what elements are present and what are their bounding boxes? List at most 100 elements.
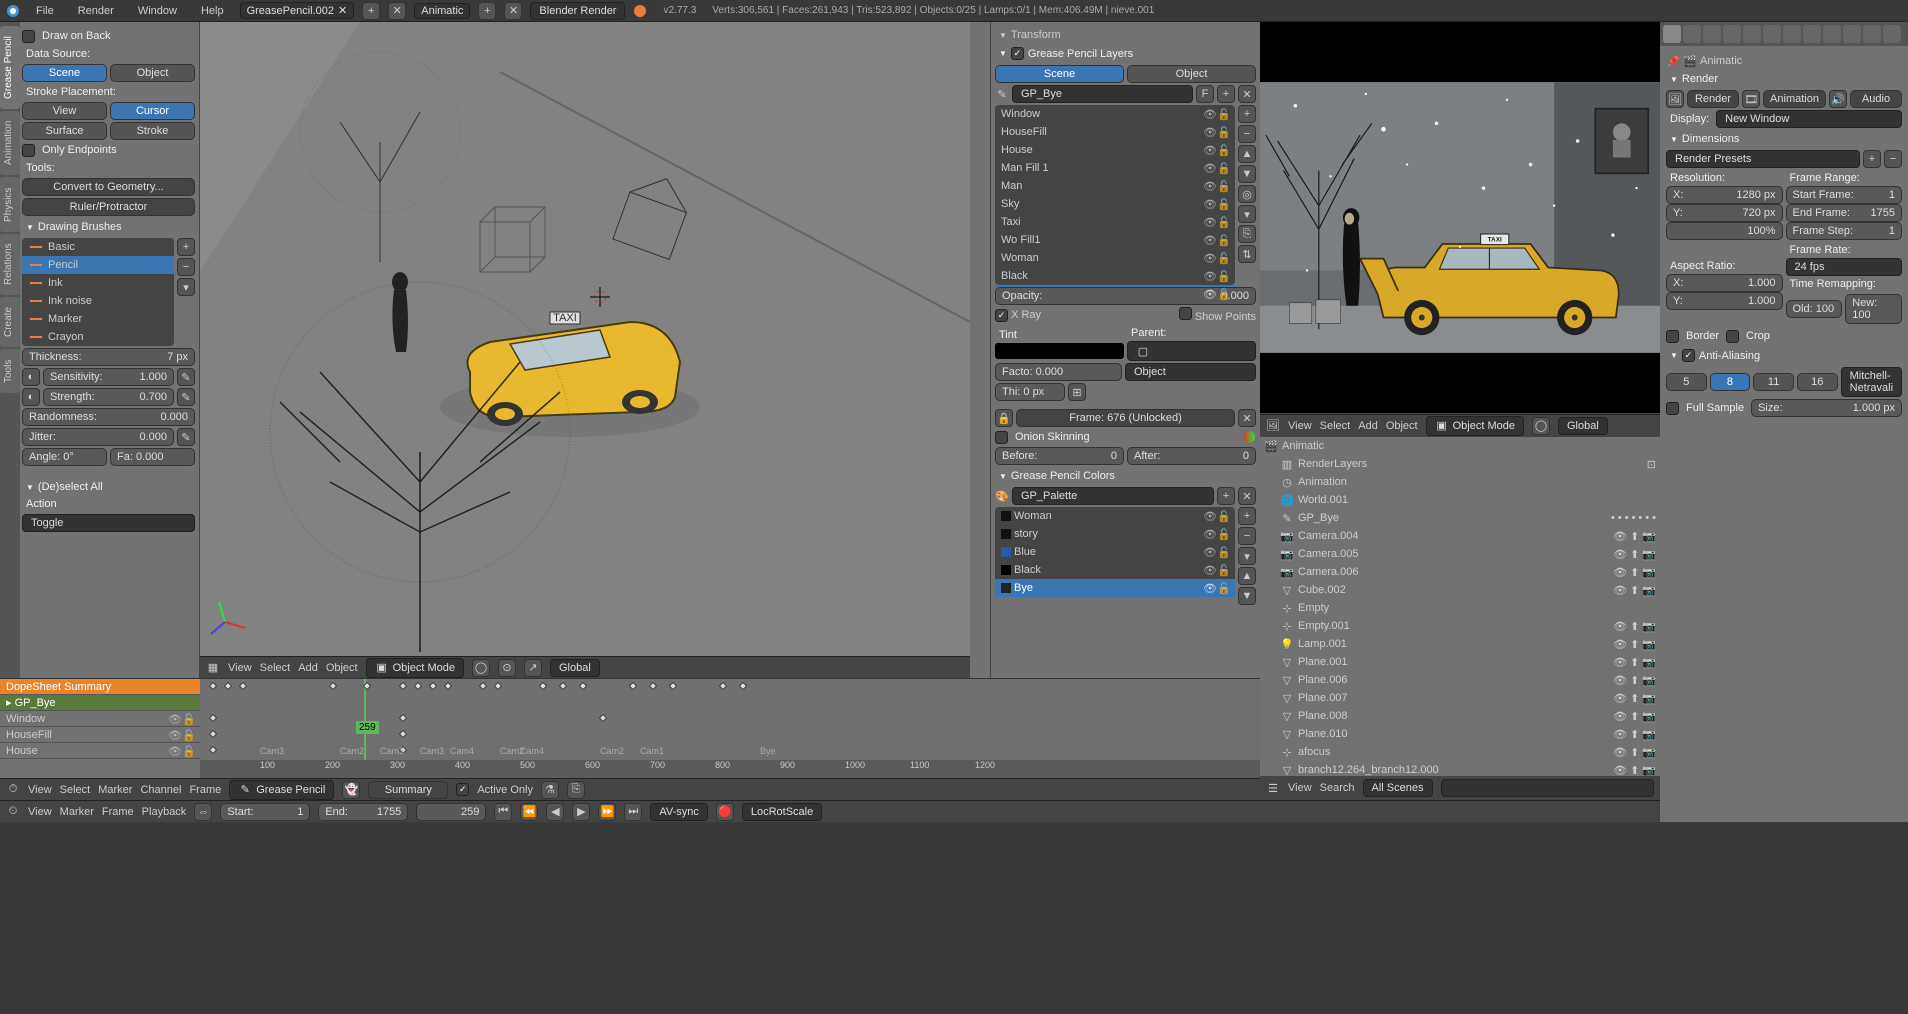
tl-start-field[interactable]: Start:1 [220, 803, 310, 821]
aa-8[interactable]: 8 [1710, 373, 1751, 391]
orientation-selector[interactable]: Global [550, 659, 600, 677]
render-audio-icon[interactable]: 🔊 [1829, 90, 1847, 108]
img-menu-object[interactable]: Object [1386, 420, 1418, 432]
outliner-search-menu[interactable]: Search [1320, 782, 1355, 794]
dope-ch-housefill[interactable]: HouseFill👁🔓 [0, 727, 200, 743]
strength-field[interactable]: Strength:0.700 [43, 388, 174, 406]
sens-pen-icon[interactable]: ✎ [177, 368, 195, 386]
marker-cam4[interactable]: Cam4 [450, 746, 474, 756]
layer-down-button[interactable]: ▼ [1238, 165, 1256, 183]
active-only-checkbox[interactable] [456, 783, 469, 796]
palette-selector[interactable]: GP_Palette [1012, 487, 1214, 505]
delete-scene-button[interactable]: ✕ [388, 2, 406, 20]
image-editor-icon[interactable]: 🖼 [1266, 419, 1280, 433]
randomness-field[interactable]: Randomness:0.000 [22, 408, 195, 426]
layer-up-button[interactable]: ▲ [1238, 145, 1256, 163]
lock-frame-button[interactable]: 🔒 [995, 409, 1013, 427]
marker-cam4b[interactable]: Cam4 [520, 746, 544, 756]
brush-remove-button[interactable]: − [177, 258, 195, 276]
marker-cam3c[interactable]: Cam3 [420, 746, 444, 756]
mode-selector[interactable]: ▣Object Mode [366, 658, 464, 678]
marker-cam3b[interactable]: Cam3 [380, 746, 404, 756]
color-woman[interactable]: Woman👁🔓 [995, 507, 1235, 525]
aa-16[interactable]: 16 [1797, 373, 1838, 391]
tl-playback-menu[interactable]: Playback [142, 806, 187, 818]
brush-marker[interactable]: Marker [22, 310, 174, 328]
angle-factor-field[interactable]: Fa: 0.000 [110, 448, 195, 466]
outliner-branch000[interactable]: ▽branch12.264_branch12.000👁⬆📷 [1260, 761, 1660, 776]
frame-step-field[interactable]: Frame Step:1 [1786, 222, 1903, 240]
tint-factor-field[interactable]: Facto: 0.000 [995, 363, 1122, 381]
tl-frame-menu[interactable]: Frame [102, 806, 134, 818]
border-checkbox[interactable] [1666, 330, 1679, 343]
show-points-checkbox[interactable] [1179, 307, 1192, 320]
tl-current-field[interactable]: 259 [416, 803, 486, 821]
onion-before-field[interactable]: Before:0 [995, 447, 1124, 465]
color-blue[interactable]: Blue👁🔓 [995, 543, 1235, 561]
preset-remove-button[interactable]: − [1884, 150, 1902, 168]
current-frame-label[interactable]: Frame: 676 (Unlocked) [1016, 409, 1235, 427]
prop-tab-data[interactable] [1803, 25, 1821, 43]
gp-colors-header[interactable]: Grease Pencil Colors [995, 467, 1256, 485]
aspect-x-field[interactable]: X:1.000 [1666, 274, 1783, 292]
gp-layers-checkbox[interactable] [1011, 47, 1024, 60]
color-black[interactable]: Black👁🔓 [995, 561, 1235, 579]
add-layout-button[interactable]: + [478, 2, 496, 20]
deselect-header[interactable]: (De)select All [22, 478, 195, 496]
outliner-afocus[interactable]: ⊹afocus👁⬆📷 [1260, 743, 1660, 761]
outliner-camera005[interactable]: 📷Camera.005👁⬆📷 [1260, 545, 1660, 563]
gp-source-object[interactable]: Object [1127, 65, 1256, 83]
pin-icon[interactable]: 📌 [1666, 54, 1680, 68]
only-endpoints-checkbox[interactable] [22, 144, 35, 157]
visibility-icon[interactable]: 👁 [1203, 108, 1215, 120]
brush-ink-noise[interactable]: Ink noise [22, 292, 174, 310]
dope-channel-menu[interactable]: Channel [140, 784, 181, 796]
outliner-filter[interactable]: All Scenes [1363, 779, 1433, 797]
layer-woman[interactable]: Woman👁🔓 [995, 249, 1235, 267]
dope-timeline[interactable]: 259 100 200 300 400 500 600 700 800 900 … [200, 679, 1260, 778]
draw-on-back-checkbox[interactable] [22, 30, 35, 43]
aa-filter-selector[interactable]: Mitchell-Netravali [1841, 367, 1902, 397]
layer-black[interactable]: Black👁🔓 [995, 267, 1235, 285]
jitter-pen-icon[interactable]: ✎ [177, 428, 195, 446]
tl-play-rev-icon[interactable]: ◀ [546, 803, 564, 821]
editor-type-icon[interactable]: ▦ [206, 661, 220, 675]
dope-ch-house[interactable]: House👁🔓 [0, 743, 200, 759]
onion-checkbox[interactable] [995, 431, 1008, 444]
eye-icon[interactable]: 👁 [168, 713, 180, 725]
prop-tab-constraints[interactable] [1763, 25, 1781, 43]
tab-tools[interactable]: Tools [0, 349, 20, 392]
prop-tab-render[interactable] [1663, 25, 1681, 43]
tl-jump-end-icon[interactable]: ⏭ [624, 803, 642, 821]
dope-summary-row[interactable]: DopeSheet Summary [0, 679, 200, 695]
brush-pencil[interactable]: Pencil [22, 256, 174, 274]
aa-5[interactable]: 5 [1666, 373, 1707, 391]
palette-add-button[interactable]: + [1217, 487, 1235, 505]
tab-physics[interactable]: Physics [0, 177, 20, 231]
add-scene-button[interactable]: + [362, 2, 380, 20]
tl-autokey-icon[interactable]: 🔴 [716, 803, 734, 821]
layer-house[interactable]: House👁🔓 [995, 141, 1235, 159]
angle-field[interactable]: Angle: 0° [22, 448, 107, 466]
display-selector[interactable]: New Window [1716, 110, 1902, 128]
outliner-world[interactable]: 🌐World.001 [1260, 491, 1660, 509]
color-story[interactable]: story👁🔓 [995, 525, 1235, 543]
tl-prev-kf-icon[interactable]: ⏪ [520, 803, 538, 821]
tl-next-kf-icon[interactable]: ⏩ [598, 803, 616, 821]
thickness-icon[interactable]: ⊞ [1068, 383, 1086, 401]
xray-checkbox[interactable] [995, 309, 1008, 322]
aa-header[interactable]: Anti-Aliasing [1666, 346, 1902, 365]
img-orientation[interactable]: Global [1558, 417, 1608, 435]
marker-cam1[interactable]: Cam1 [640, 746, 664, 756]
dope-mode-selector[interactable]: ✎Grease Pencil [229, 780, 334, 800]
new-frame-field[interactable]: New: 100 [1845, 294, 1902, 324]
res-pct-field[interactable]: 100% [1666, 222, 1783, 240]
delete-layout-button[interactable]: ✕ [504, 2, 522, 20]
tl-range-icon[interactable]: ⇔ [194, 803, 212, 821]
gp-fake-user-button[interactable]: F [1196, 85, 1214, 103]
placement-view[interactable]: View [22, 102, 107, 120]
prop-tab-material[interactable] [1823, 25, 1841, 43]
marker-bye[interactable]: Bye [760, 746, 776, 756]
tl-view-menu[interactable]: View [28, 806, 52, 818]
layer-manfill1[interactable]: Man Fill 1👁🔓 [995, 159, 1235, 177]
